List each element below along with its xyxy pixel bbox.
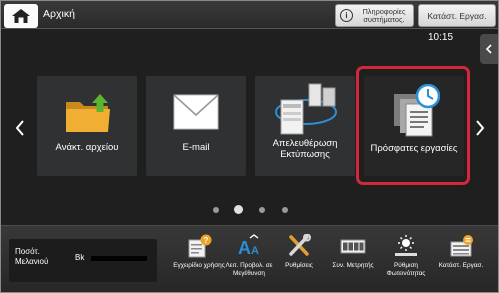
shortcut-brightness[interactable]: Ρύθμιση Φωτεινότητας (382, 234, 430, 292)
svg-text:?: ? (204, 236, 209, 245)
home-icon (12, 9, 30, 23)
envelope-icon (173, 94, 219, 130)
page-dot[interactable] (282, 207, 288, 213)
side-panel-tab[interactable] (480, 34, 498, 64)
svg-text:A: A (251, 245, 259, 257)
selected-tile-highlight (356, 66, 470, 185)
shortcut-label: Λειτ. Προβολ. σε Μεγέθυνση (225, 262, 273, 277)
chevron-right-icon (476, 120, 485, 136)
shortcut-label: Ρύθμιση Φωτεινότητας (386, 262, 426, 277)
previous-page-arrow[interactable] (13, 119, 27, 137)
shortcut-label: Εγχειρίδιο χρήσης (173, 262, 225, 269)
brightness-icon (395, 235, 417, 256)
page-title: Αρχική (43, 8, 75, 20)
system-info-button[interactable]: i Πληροφορίες συστήματος. (335, 4, 414, 27)
tools-icon (289, 234, 311, 256)
chevron-up-icon (485, 44, 492, 54)
svg-text:A: A (238, 238, 251, 258)
chevron-left-icon (15, 120, 24, 136)
tile-retrieve-file[interactable]: Ανάκτ. αρχείου (37, 76, 137, 176)
tile-print-release[interactable]: Απελευθέρωση Εκτύπωσης (255, 76, 355, 176)
printer-network-icon (275, 83, 337, 135)
toner-label: Ποσότ. Μελανιού (15, 247, 49, 266)
next-page-arrow[interactable] (473, 119, 487, 137)
toner-level-fill (91, 256, 147, 261)
page-dot-current[interactable] (234, 205, 243, 214)
shortcut-user-manual[interactable]: ? Εγχειρίδιο χρήσης (173, 234, 225, 292)
home-screen: Αρχική i Πληροφορίες συστήματος. Κατάστ.… (0, 0, 499, 293)
page-dot[interactable] (259, 207, 265, 213)
job-status-button[interactable]: Κατάστ. Εργασ. (418, 4, 496, 27)
shortcut-label: Ρυθμίσεις (285, 262, 313, 269)
shortcut-job-status[interactable]: Κατάστ. Εργασ. (437, 234, 485, 292)
manual-icon: ? (188, 234, 212, 258)
home-button[interactable] (4, 4, 38, 28)
shortcut-label: Συν. Μετρητής (332, 262, 374, 269)
counter-icon (340, 239, 366, 254)
tile-label: Απελευθέρωση Εκτύπωσης (272, 138, 338, 160)
toner-status-panel: Ποσότ. Μελανιού Bk (9, 239, 157, 282)
top-bar: Αρχική i Πληροφορίες συστήματος. Κατάστ.… (1, 1, 498, 29)
shortcut-enlarge-display[interactable]: A A Λειτ. Προβολ. σε Μεγέθυνση (225, 234, 273, 292)
shortcut-total-count[interactable]: Συν. Μετρητής (329, 234, 377, 292)
toner-color-label: Bk (75, 253, 85, 262)
system-info-label: Πληροφορίες συστήματος. (362, 6, 406, 24)
shortcut-settings[interactable]: Ρυθμίσεις (275, 234, 323, 292)
toner-level-bar (91, 256, 147, 261)
tile-email[interactable]: E-mail (146, 76, 246, 176)
tile-label: E-mail (182, 142, 210, 153)
job-status-icon (450, 235, 473, 257)
page-dot[interactable] (213, 207, 219, 213)
info-icon: i (340, 9, 353, 22)
clock: 10:15 (428, 32, 454, 43)
shortcut-label: Κατάστ. Εργασ. (438, 262, 484, 269)
bottom-bar: Ποσότ. Μελανιού Bk ? Εγχειρίδιο χρήσης A… (1, 225, 498, 292)
tile-label: Ανάκτ. αρχείου (55, 142, 119, 153)
folder-upload-icon (66, 94, 110, 132)
text-enlarge-icon: A A (238, 234, 259, 258)
